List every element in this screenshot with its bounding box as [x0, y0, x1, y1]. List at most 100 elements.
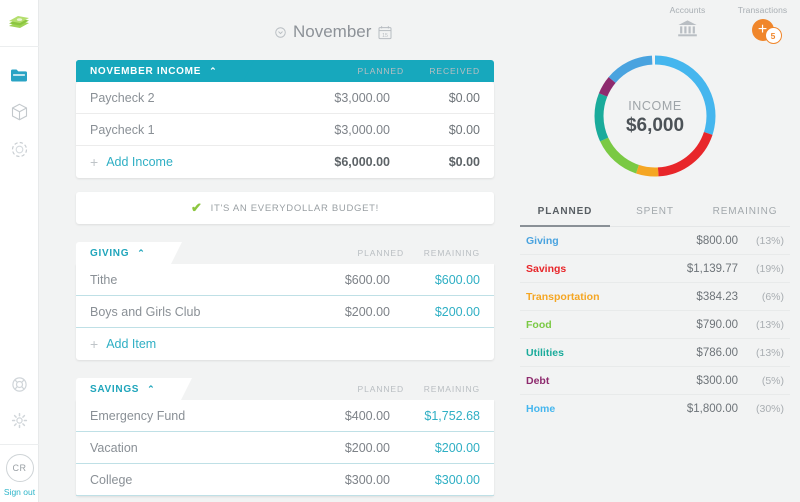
- budget-column: NOVEMBER INCOME ⌃ PLANNED RECEIVED Paych…: [76, 60, 494, 502]
- savings-item-remaining: $300.00: [390, 473, 480, 487]
- header-actions: Accounts Transactions + 5: [660, 5, 790, 41]
- tab-remaining[interactable]: REMAINING: [700, 206, 790, 226]
- app-logo[interactable]: [0, 0, 39, 47]
- savings-item-remaining: $200.00: [390, 441, 480, 455]
- sign-out-link[interactable]: Sign out: [4, 487, 35, 497]
- sidebar-item-settings[interactable]: [8, 408, 32, 432]
- transactions-button[interactable]: Transactions + 5: [735, 5, 790, 41]
- income-col-received: RECEIVED: [404, 66, 494, 76]
- list-item[interactable]: Utilities $786.00 (13%): [520, 339, 790, 367]
- table-row[interactable]: Tithe $600.00 $600.00: [76, 264, 494, 296]
- savings-item-planned: $400.00: [280, 409, 390, 423]
- giving-panel-header: GIVING ⌃ PLANNED REMAINING: [76, 242, 494, 264]
- savings-col-remaining: REMAINING: [404, 384, 494, 394]
- list-item[interactable]: Food $790.00 (13%): [520, 311, 790, 339]
- donut-center-text: INCOME $6,000: [520, 99, 790, 137]
- income-panel: NOVEMBER INCOME ⌃ PLANNED RECEIVED Paych…: [76, 60, 494, 178]
- savings-col-planned: PLANNED: [294, 384, 404, 394]
- income-total-received: $0.00: [390, 155, 480, 169]
- page-title: November: [293, 22, 371, 42]
- savings-item-remaining: $1,752.68: [390, 409, 480, 423]
- sidebar-bottom: CR Sign out: [0, 372, 39, 502]
- everydollar-budget-app: CR Sign out November 15 Accounts: [0, 0, 800, 502]
- chevron-up-icon: ⌃: [137, 248, 145, 259]
- income-total-value: $6,000: [520, 115, 790, 137]
- tab-spent[interactable]: SPENT: [610, 206, 700, 226]
- calendar-icon[interactable]: 15: [378, 25, 392, 40]
- savings-panel-header: SAVINGS ⌃ PLANNED REMAINING: [76, 378, 494, 400]
- box-icon: [11, 103, 28, 121]
- chevron-up-icon: ⌃: [147, 384, 155, 395]
- add-transaction-button[interactable]: + 5: [752, 19, 774, 41]
- giving-panel: GIVING ⌃ PLANNED REMAINING Tithe $600.00…: [76, 242, 494, 360]
- income-caption: INCOME: [520, 99, 790, 113]
- table-row[interactable]: Emergency Fund $400.00 $1,752.68: [76, 400, 494, 432]
- header: November 15 Accounts: [39, 0, 800, 48]
- table-row[interactable]: Boys and Girls Club $200.00 $200.00: [76, 296, 494, 328]
- category-name: Giving: [520, 235, 648, 247]
- income-total-planned: $6,000.00: [280, 155, 390, 169]
- list-item[interactable]: Home $1,800.00 (30%): [520, 395, 790, 423]
- savings-item-name: Emergency Fund: [90, 409, 280, 423]
- sidebar-item-budget[interactable]: [7, 63, 31, 87]
- savings-panel-body: Emergency Fund $400.00 $1,752.68 Vacatio…: [76, 400, 494, 496]
- savings-tab[interactable]: SAVINGS ⌃: [76, 378, 181, 400]
- category-amount: $1,139.77: [648, 263, 738, 275]
- income-item-received: $0.00: [390, 91, 480, 105]
- category-percent: (30%): [738, 403, 790, 415]
- transactions-count-badge: 5: [765, 27, 782, 44]
- chevron-down-circle-icon: [275, 27, 286, 38]
- sidebar-item-help[interactable]: [7, 137, 31, 161]
- giving-col-remaining: REMAINING: [404, 248, 494, 258]
- giving-item-name: Tithe: [90, 273, 280, 287]
- check-icon: ✔: [191, 200, 203, 216]
- list-item[interactable]: Transportation $384.23 (6%): [520, 283, 790, 311]
- table-row[interactable]: Paycheck 1 $3,000.00 $0.00: [76, 114, 494, 146]
- giving-panel-body: Tithe $600.00 $600.00 Boys and Girls Clu…: [76, 264, 494, 360]
- add-item-row[interactable]: + Add Item: [76, 328, 494, 360]
- summary-tabs: PLANNED SPENT REMAINING: [520, 206, 790, 227]
- savings-item-name: College: [90, 473, 280, 487]
- sidebar-item-items[interactable]: [7, 100, 31, 124]
- avatar[interactable]: CR: [6, 454, 34, 482]
- giving-col-planned: PLANNED: [294, 248, 404, 258]
- category-summary-list: Giving $800.00 (13%) Savings $1,139.77 (…: [520, 227, 790, 423]
- table-row[interactable]: Vacation $200.00 $200.00: [76, 432, 494, 464]
- add-item-button[interactable]: + Add Item: [90, 337, 280, 351]
- bank-icon: [677, 19, 698, 37]
- list-item[interactable]: Savings $1,139.77 (19%): [520, 255, 790, 283]
- savings-column-headers: PLANNED REMAINING: [294, 378, 494, 400]
- category-percent: (13%): [738, 235, 790, 247]
- category-name: Debt: [520, 375, 648, 387]
- income-panel-header: NOVEMBER INCOME ⌃ PLANNED RECEIVED: [76, 60, 494, 82]
- table-row[interactable]: College $300.00 $300.00: [76, 464, 494, 496]
- giving-tab[interactable]: GIVING ⌃: [76, 242, 171, 264]
- income-item-planned: $3,000.00: [280, 123, 390, 137]
- plus-icon: +: [90, 337, 98, 351]
- accounts-label: Accounts: [670, 5, 706, 15]
- income-tab-label: NOVEMBER INCOME: [90, 66, 201, 77]
- list-item[interactable]: Giving $800.00 (13%): [520, 227, 790, 255]
- add-income-button[interactable]: + Add Income: [90, 155, 280, 169]
- income-column-headers: PLANNED RECEIVED: [294, 60, 494, 82]
- income-tab[interactable]: NOVEMBER INCOME ⌃: [76, 60, 243, 82]
- summary-column: INCOME $6,000 PLANNED SPENT REMAINING Gi…: [520, 52, 790, 423]
- giving-item-planned: $600.00: [280, 273, 390, 287]
- sidebar-item-support[interactable]: [8, 372, 32, 396]
- income-item-name: Paycheck 2: [90, 91, 280, 105]
- giving-tab-label: GIVING: [90, 248, 129, 259]
- table-row[interactable]: Paycheck 2 $3,000.00 $0.00: [76, 82, 494, 114]
- budget-status-text: IT'S AN EVERYDOLLAR BUDGET!: [211, 203, 379, 214]
- money-stack-logo-icon: [7, 14, 31, 32]
- plus-icon: +: [90, 155, 98, 169]
- add-income-row[interactable]: + Add Income $6,000.00 $0.00: [76, 146, 494, 178]
- accounts-button[interactable]: Accounts: [660, 5, 715, 41]
- svg-text:15: 15: [383, 32, 389, 38]
- user-section: CR Sign out: [0, 444, 39, 502]
- savings-panel: SAVINGS ⌃ PLANNED REMAINING Emergency Fu…: [76, 378, 494, 496]
- category-percent: (6%): [738, 291, 790, 303]
- tab-planned[interactable]: PLANNED: [520, 206, 610, 227]
- giving-item-planned: $200.00: [280, 305, 390, 319]
- list-item[interactable]: Debt $300.00 (5%): [520, 367, 790, 395]
- month-selector[interactable]: November 15: [275, 22, 392, 42]
